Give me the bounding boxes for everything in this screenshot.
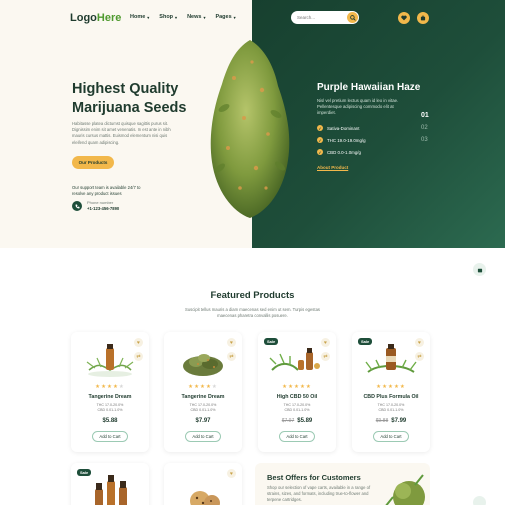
offer-title: Best Offers for Customers xyxy=(267,473,361,482)
product-price: $5.88 xyxy=(102,418,118,424)
scroll-top-button[interactable] xyxy=(473,496,486,505)
nav-shop[interactable]: Shop ▾ xyxy=(159,14,177,20)
chevron-down-icon: ▾ xyxy=(203,14,206,20)
hero-section: LogoHere Home▾ Shop▾ News▾ Pages▾ Highes… xyxy=(0,0,505,248)
product-card[interactable]: Sale ♥ ⇄ ★★★★★ High CBD 50 Oil THC 17.0-… xyxy=(258,332,336,452)
slide-pagination: 01 02 03 xyxy=(421,112,429,143)
featured-title: Featured Products xyxy=(210,290,295,301)
chevron-down-icon: ▾ xyxy=(233,14,236,20)
spec-item: ✓ THC 19.0-19.0mg/g xyxy=(317,137,366,143)
about-product-link[interactable]: About Product xyxy=(317,165,348,170)
product-card[interactable]: ♥ ⇄ ★★★★★ Tangerine Dream THC 17.0-20.0%… xyxy=(71,332,149,452)
add-to-cart-button[interactable]: Add to Cart xyxy=(92,431,128,442)
floating-cart-button[interactable] xyxy=(473,263,486,276)
check-icon: ✓ xyxy=(317,137,323,143)
rating-stars: ★★★★★ xyxy=(282,384,312,390)
product-card[interactable]: ♥ xyxy=(164,463,242,505)
phone-icon xyxy=(72,201,82,211)
product-thc: THC 17.0-20.0% xyxy=(377,403,405,407)
product-thc: THC 17.0-20.0% xyxy=(189,403,217,407)
product-card[interactable]: Sale ♥ ⇄ ★★★★★ CBD Plus Formula Oil THC … xyxy=(352,332,430,452)
slide-product-name: Purple Hawaiian Haze xyxy=(317,82,421,93)
product-image xyxy=(365,344,417,373)
add-to-cart-button[interactable]: Add to Cart xyxy=(373,431,409,442)
hero-description: Habitasse platea dictumst quisque sagitt… xyxy=(72,121,171,145)
spec-item: ✓ Sativa-Dominant xyxy=(317,125,360,131)
rating-stars: ★★★★★ xyxy=(188,384,218,390)
our-products-button[interactable]: Our Products xyxy=(72,156,114,169)
product-cbd: CBD 0.01-1.0% xyxy=(190,408,216,412)
featured-subtitle: Suscipit tellus mauris a diam maecenas s… xyxy=(185,307,320,318)
support-text: Our support team is available 24/7 to re… xyxy=(72,185,141,196)
product-price: $7.97 $5.89 xyxy=(281,418,313,424)
product-name[interactable]: Tangerine Dream xyxy=(164,394,242,400)
product-image xyxy=(86,344,134,377)
cannabis-bud-image xyxy=(210,40,290,218)
product-name[interactable]: Tangerine Dream xyxy=(71,394,149,400)
product-image xyxy=(95,475,127,505)
product-cbd: CBD 0.01-1.0% xyxy=(284,408,310,412)
search-icon xyxy=(349,14,356,21)
product-cbd: CBD 0.01-1.0% xyxy=(378,408,404,412)
slide-product-description: Nisl vel pretium lectus quam id leo in v… xyxy=(317,98,399,115)
offer-bud-image xyxy=(385,474,425,505)
spec-item: ✓ CBD 0.0-1.0mg/g xyxy=(317,149,361,155)
cart-button[interactable] xyxy=(417,12,429,24)
nav-home[interactable]: Home ▾ xyxy=(130,14,149,20)
product-thc: THC 17.0-20.0% xyxy=(96,403,124,407)
product-thc: THC 17.0-20.0% xyxy=(283,403,311,407)
product-card[interactable]: ♥ ⇄ ★★★★★ Tangerine Dream THC 17.0-20.0%… xyxy=(164,332,242,452)
product-image xyxy=(183,354,223,376)
logo[interactable]: LogoHere xyxy=(70,12,121,24)
search-box xyxy=(291,11,359,24)
offer-description: Shop our selection of vape carts, availa… xyxy=(267,485,371,502)
heart-icon xyxy=(401,15,407,21)
product-name[interactable]: CBD Plus Formula Oil xyxy=(352,394,430,400)
slide-3[interactable]: 03 xyxy=(421,137,429,143)
slide-1[interactable]: 01 xyxy=(421,112,429,119)
spec-list: ✓ Sativa-Dominant ✓ THC 19.0-19.0mg/g ✓ CBD… xyxy=(317,125,366,161)
slide-2[interactable]: 02 xyxy=(421,125,429,131)
main-nav: Home ▾ Shop ▾ News ▾ Pages ▾ xyxy=(130,14,236,20)
add-to-cart-button[interactable]: Add to Cart xyxy=(185,431,221,442)
phone-label: Phone number xyxy=(87,200,114,205)
search-button[interactable] xyxy=(347,12,358,23)
wishlist-button[interactable] xyxy=(398,12,410,24)
nav-news[interactable]: News ▾ xyxy=(187,14,205,20)
rating-stars: ★★★★★ xyxy=(376,384,406,390)
phone-number[interactable]: +1-123-456-7890 xyxy=(87,206,119,211)
product-image xyxy=(190,491,220,505)
check-icon: ✓ xyxy=(317,125,323,131)
product-name[interactable]: High CBD 50 Oil xyxy=(258,394,336,400)
product-cbd: CBD 0.01-1.0% xyxy=(97,408,123,412)
rating-stars: ★★★★★ xyxy=(95,384,125,390)
nav-pages[interactable]: Pages ▾ xyxy=(215,14,235,20)
cart-icon xyxy=(420,15,426,21)
chevron-down-icon: ▾ xyxy=(175,14,178,20)
hero-title: Highest Quality Marijuana Seeds xyxy=(72,81,187,116)
cart-icon xyxy=(477,268,482,272)
add-to-cart-button[interactable]: Add to Cart xyxy=(279,431,315,442)
product-price: $7.97 xyxy=(195,418,211,424)
best-offers-banner[interactable]: Best Offers for Customers Shop our selec… xyxy=(255,463,430,505)
check-icon: ✓ xyxy=(317,149,323,155)
search-input[interactable] xyxy=(297,15,347,20)
product-image xyxy=(269,348,320,371)
product-price: $9.88 $7.99 xyxy=(375,418,407,424)
chevron-down-icon: ▾ xyxy=(147,14,150,20)
product-card[interactable]: Sale xyxy=(71,463,149,505)
